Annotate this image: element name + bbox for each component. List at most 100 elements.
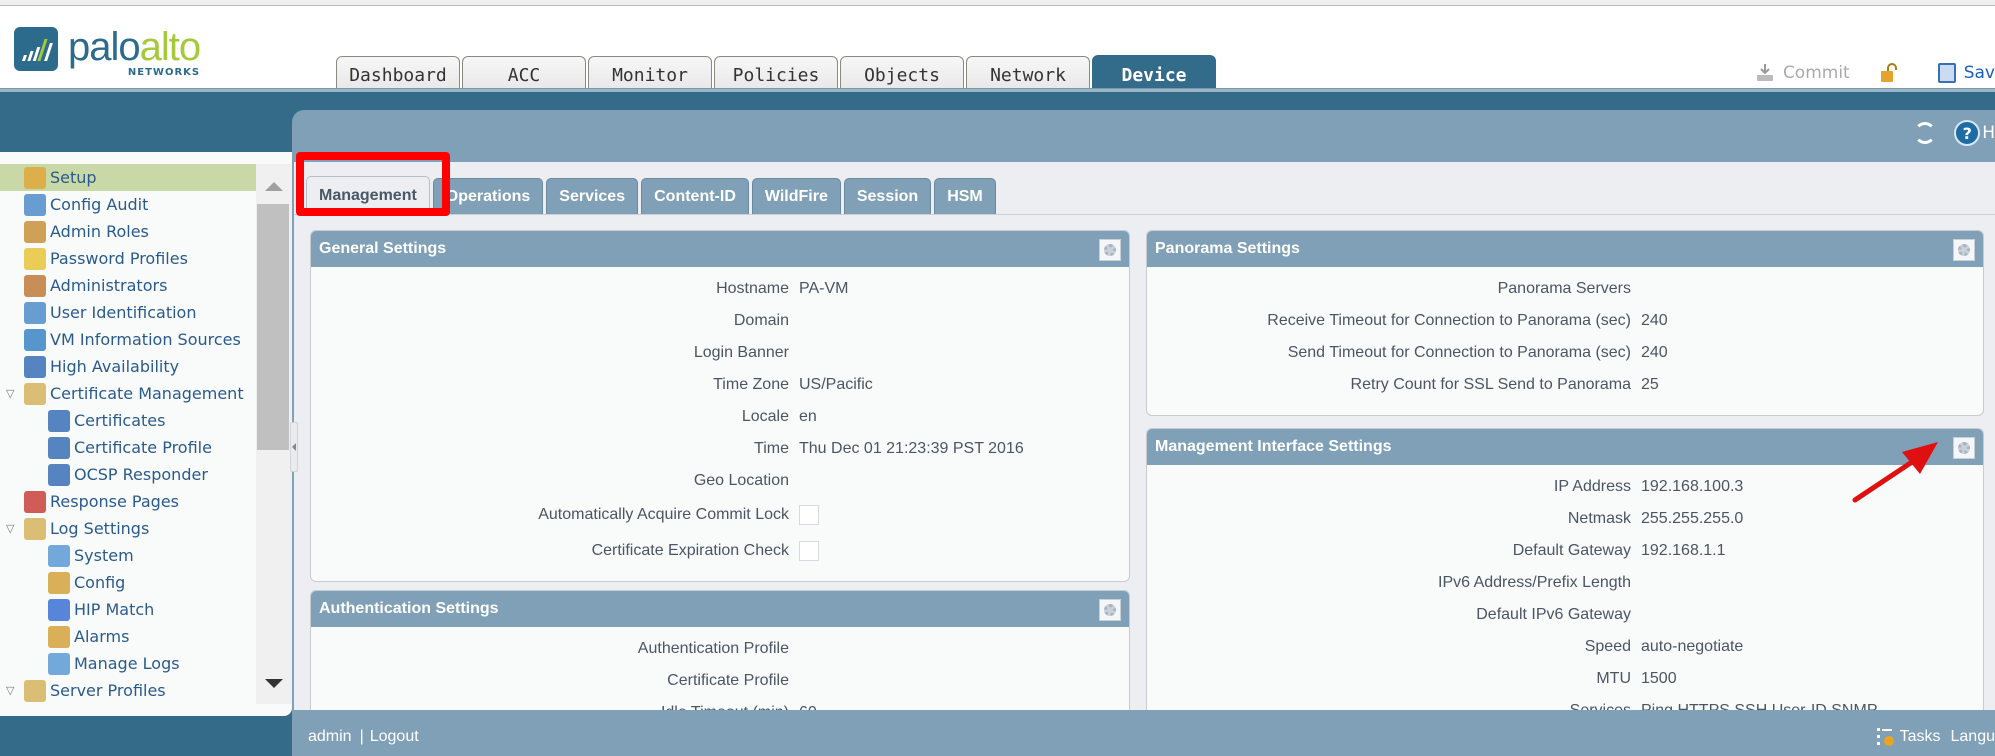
- field-label: Panorama Servers: [1497, 280, 1631, 297]
- sidebar-item-server-profiles[interactable]: ▽ Server Profiles: [0, 677, 256, 704]
- expand-triangle-icon[interactable]: ▽: [6, 387, 18, 400]
- field-label: Authentication Profile: [637, 640, 789, 657]
- gear-icon: [1104, 244, 1116, 256]
- expand-triangle-icon[interactable]: ▽: [6, 684, 18, 697]
- frame-toolbar: ? H: [1914, 120, 1995, 146]
- sidebar-item-admin-roles[interactable]: Admin Roles: [0, 218, 256, 245]
- help-label[interactable]: H: [1982, 123, 1995, 143]
- subtab-content-id[interactable]: Content-ID: [641, 178, 749, 214]
- sidebar-item-user-identification[interactable]: User Identification: [0, 299, 256, 326]
- field-value: 255.255.255.0: [1641, 510, 1744, 527]
- setup-icon: [24, 166, 46, 189]
- commit-button[interactable]: Commit: [1755, 63, 1850, 83]
- field-label: Retry Count for SSL Send to Panorama: [1350, 376, 1631, 393]
- sidebar-collapse-handle[interactable]: [290, 422, 298, 472]
- authentication-settings-rows: Authentication Profile Certificate Profil…: [311, 627, 1129, 710]
- field-row: Send Timeout for Connection to Panorama …: [1147, 337, 1983, 369]
- subtab-management[interactable]: Management: [306, 176, 430, 214]
- edit-general-settings-button[interactable]: [1099, 239, 1121, 261]
- palo-alto-logo: paloalto NETWORKS: [14, 27, 201, 78]
- sidebar-item-certificate-management[interactable]: ▽ Certificate Management: [0, 380, 256, 407]
- sidebar-item-label: Config Audit: [50, 195, 149, 214]
- sidebar-item-response-pages[interactable]: Response Pages: [0, 488, 256, 515]
- panel-header: General Settings: [311, 231, 1129, 267]
- field-value: 1500: [1641, 670, 1677, 687]
- commit-icon: [1755, 63, 1775, 83]
- subtab-hsm[interactable]: HSM: [934, 178, 996, 214]
- help-icon[interactable]: ?: [1954, 120, 1981, 146]
- edit-authentication-settings-button[interactable]: [1099, 599, 1121, 621]
- field-label: Geo Location: [693, 472, 789, 489]
- subtab-services[interactable]: Services: [546, 178, 639, 214]
- save-label: Sav: [1963, 63, 1995, 83]
- field-label: Certificate Profile: [667, 672, 789, 689]
- sidebar-item-log-settings[interactable]: ▽ Log Settings: [0, 515, 256, 542]
- sidebar-item-vm-information-sources[interactable]: VM Information Sources: [0, 326, 256, 353]
- subtab-operations[interactable]: Operations: [432, 178, 544, 214]
- sidebar-item-certificate-profile[interactable]: Certificate Profile: [0, 434, 256, 461]
- language-link[interactable]: Langu: [1951, 728, 1995, 746]
- field-label: Default IPv6 Gateway: [1476, 606, 1631, 623]
- subtab-session[interactable]: Session: [843, 178, 932, 214]
- header-actions: Commit Sav: [1755, 63, 1995, 83]
- sidebar-item-label: Certificate Management: [50, 384, 244, 403]
- field-value: 240: [1641, 312, 1668, 329]
- panel-title: Panorama Settings: [1155, 240, 1300, 257]
- field-row: Idle Timeout (min)60: [311, 697, 1129, 710]
- sidebar-item-manage-logs[interactable]: Manage Logs: [0, 650, 256, 677]
- sidebar-item-label: User Identification: [50, 303, 197, 322]
- tasks-link[interactable]: Tasks: [1900, 728, 1941, 746]
- logout-link[interactable]: Logout: [370, 728, 419, 746]
- field-value: en: [799, 408, 817, 425]
- sidebar-item-administrators[interactable]: Administrators: [0, 272, 256, 299]
- sidebar-item-ocsp-responder[interactable]: OCSP Responder: [0, 461, 256, 488]
- scrollbar-thumb[interactable]: [257, 204, 289, 450]
- management-interface-settings-panel: Management Interface Settings IP Address…: [1146, 428, 1984, 710]
- content-frame: ? H Management Operations Services Conte…: [292, 110, 1995, 756]
- panel-title: Authentication Settings: [319, 600, 499, 617]
- subtab-wildfire[interactable]: WildFire: [751, 178, 841, 214]
- general-settings-panel: General Settings Hostname PA-VM Domain Logi…: [310, 230, 1130, 582]
- save-button[interactable]: Sav: [1937, 63, 1995, 83]
- status-footer: admin | Logout Tasks Langu: [294, 718, 1995, 756]
- field-row: Automatically Acquire Commit Lock: [311, 497, 1129, 533]
- sidebar-item-config[interactable]: Config: [0, 569, 256, 596]
- sidebar-item-system[interactable]: System: [0, 542, 256, 569]
- sidebar-scrollbar[interactable]: [256, 164, 292, 704]
- expand-triangle-icon[interactable]: ▽: [6, 522, 18, 535]
- scroll-up-icon[interactable]: [265, 182, 283, 191]
- sidebar-item-label: Administrators: [50, 276, 168, 295]
- tasks-icon[interactable]: [1876, 727, 1896, 747]
- sidebar-item-label: Alarms: [74, 627, 130, 646]
- high-availability-icon: [24, 355, 46, 378]
- edit-management-interface-button[interactable]: [1953, 437, 1975, 459]
- field-row: IPv6 Address/Prefix Length: [1147, 567, 1983, 599]
- edit-panorama-settings-button[interactable]: [1953, 239, 1975, 261]
- sidebar-item-label: Config: [74, 573, 126, 592]
- save-icon: [1937, 63, 1956, 83]
- admin-roles-icon: [24, 220, 46, 243]
- field-checkbox[interactable]: [799, 541, 819, 561]
- field-label: Hostname: [716, 280, 789, 297]
- field-row: Default Gateway 192.168.1.1: [1147, 535, 1983, 567]
- sidebar-item-label: Certificates: [74, 411, 166, 430]
- logo-subtitle: NETWORKS: [127, 67, 201, 78]
- sidebar-item-label: Response Pages: [50, 492, 179, 511]
- sidebar-item-setup[interactable]: Setup: [0, 164, 256, 191]
- sidebar-item-config-audit[interactable]: Config Audit: [0, 191, 256, 218]
- alarms-icon: [48, 625, 70, 648]
- sidebar-item-high-availability[interactable]: High Availability: [0, 353, 256, 380]
- sidebar-item-alarms[interactable]: Alarms: [0, 623, 256, 650]
- sidebar-item-password-profiles[interactable]: Password Profiles: [0, 245, 256, 272]
- refresh-icon[interactable]: [1914, 122, 1937, 144]
- field-label: Speed: [1584, 638, 1631, 655]
- sidebar-item-label: VM Information Sources: [50, 330, 241, 349]
- field-checkbox[interactable]: [799, 505, 819, 525]
- sidebar-item-hip-match[interactable]: HIP Match: [0, 596, 256, 623]
- field-row: Domain: [311, 305, 1129, 337]
- unlocked-icon[interactable]: [1880, 63, 1898, 83]
- panel-header: Authentication Settings: [311, 591, 1129, 627]
- field-row: Login Banner: [311, 337, 1129, 369]
- sidebar-item-certificates[interactable]: Certificates: [0, 407, 256, 434]
- scroll-down-icon[interactable]: [265, 679, 283, 688]
